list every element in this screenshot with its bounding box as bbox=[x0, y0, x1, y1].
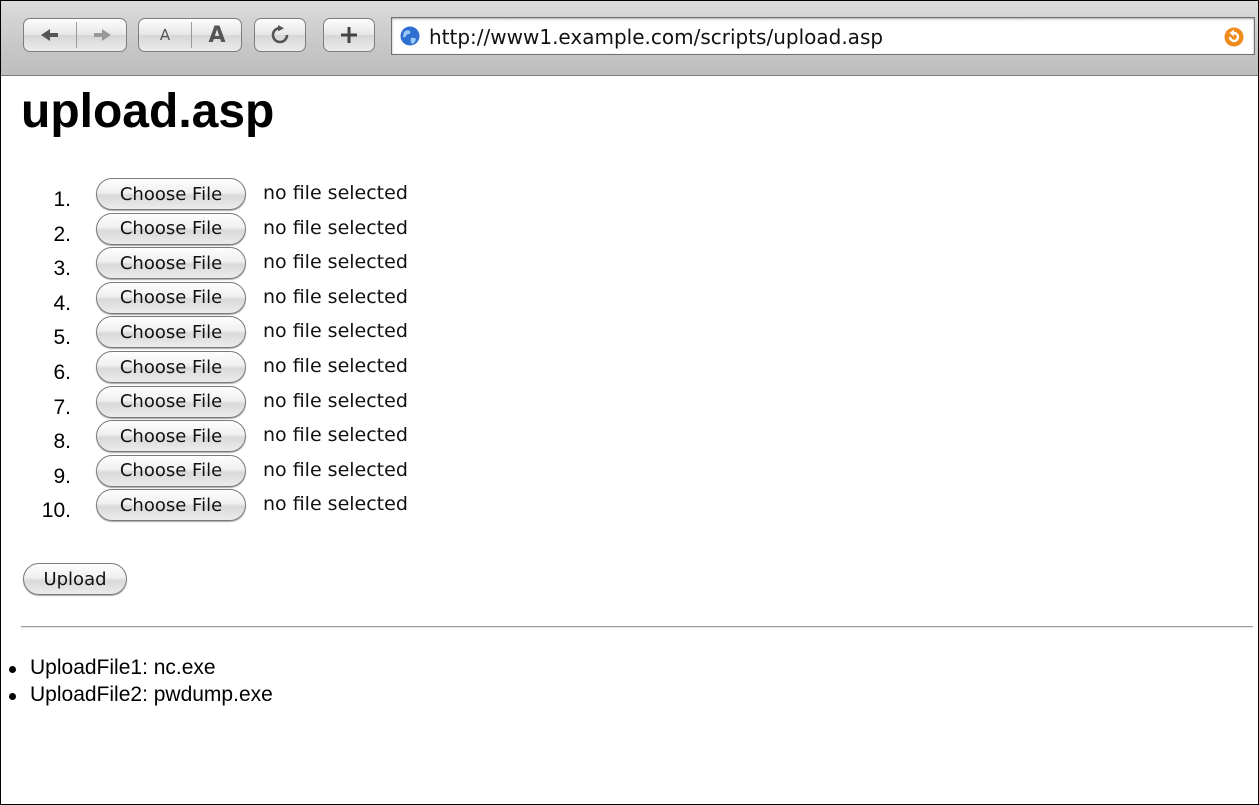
file-input-row: 2. Choose File no file selected bbox=[1, 212, 601, 247]
upload-button[interactable]: Upload bbox=[23, 563, 127, 595]
address-bar[interactable]: http://www1.example.com/scripts/upload.a… bbox=[391, 17, 1255, 55]
row-number: 3. bbox=[53, 257, 71, 281]
forward-button[interactable] bbox=[77, 19, 127, 51]
file-input-row: 3. Choose File no file selected bbox=[1, 247, 601, 281]
text-size-segment: A A bbox=[138, 18, 242, 52]
file-status: no file selected bbox=[263, 458, 408, 481]
row-number: 5. bbox=[53, 326, 71, 350]
choose-file-button[interactable]: Choose File bbox=[96, 316, 246, 349]
choose-file-button[interactable]: Choose File bbox=[96, 420, 246, 453]
file-input-row: 5. Choose File no file selected bbox=[1, 316, 601, 350]
back-arrow-icon bbox=[41, 29, 58, 41]
file-input-row: 4. Choose File no file selected bbox=[1, 281, 601, 316]
choose-file-button[interactable]: Choose File bbox=[96, 178, 246, 210]
row-number: 4. bbox=[53, 291, 71, 315]
choose-file-button[interactable]: Choose File bbox=[96, 281, 246, 314]
file-status: no file selected bbox=[263, 355, 408, 377]
bullet-icon bbox=[9, 693, 16, 700]
browser-window: A A http://www1.example.com/scripts/uplo… bbox=[0, 0, 1259, 805]
file-input-row: 6. Choose File no file selected bbox=[1, 351, 601, 385]
back-button[interactable] bbox=[24, 19, 76, 51]
reload-icon bbox=[271, 25, 289, 44]
row-number: 10. bbox=[41, 499, 71, 523]
url-text: http://www1.example.com/scripts/upload.a… bbox=[429, 25, 884, 49]
result-item: UploadFile1: nc.exe bbox=[7, 656, 273, 683]
file-status: no file selected bbox=[263, 251, 408, 274]
file-status: no file selected bbox=[263, 389, 408, 412]
result-text: UploadFile2: pwdump.exe bbox=[30, 683, 273, 706]
file-status: no file selected bbox=[263, 320, 408, 343]
bullet-icon bbox=[9, 666, 16, 673]
reload-button[interactable] bbox=[254, 18, 306, 52]
choose-file-button[interactable]: Choose File bbox=[96, 351, 246, 383]
navigation-segment bbox=[23, 18, 127, 52]
choose-file-button[interactable]: Choose File bbox=[96, 454, 246, 487]
result-item: UploadFile2: pwdump.exe bbox=[7, 683, 273, 710]
file-status: no file selected bbox=[263, 182, 408, 204]
row-number: 1. bbox=[53, 188, 71, 211]
choose-file-button[interactable]: Choose File bbox=[96, 212, 246, 245]
choose-file-button[interactable]: Choose File bbox=[96, 385, 246, 418]
choose-file-button[interactable]: Choose File bbox=[96, 489, 246, 522]
row-number: 2. bbox=[53, 222, 71, 246]
file-input-row: 1. Choose File no file selected bbox=[1, 178, 601, 212]
file-input-row: 10. Choose File no file selected bbox=[1, 489, 601, 523]
choose-file-button[interactable]: Choose File bbox=[96, 247, 246, 280]
row-number: 6. bbox=[53, 361, 71, 384]
file-status: no file selected bbox=[263, 493, 408, 516]
page-title: upload.asp bbox=[21, 85, 275, 138]
add-bookmark-button[interactable] bbox=[323, 18, 375, 52]
file-input-row: 9. Choose File no file selected bbox=[1, 454, 601, 489]
file-status: no file selected bbox=[263, 424, 408, 447]
browser-toolbar: A A http://www1.example.com/scripts/uplo… bbox=[1, 1, 1258, 76]
upload-results-list: UploadFile1: nc.exe UploadFile2: pwdump.… bbox=[7, 656, 273, 710]
text-larger-button[interactable]: A bbox=[192, 19, 242, 51]
plus-icon bbox=[341, 27, 357, 43]
result-text: UploadFile1: nc.exe bbox=[30, 656, 216, 679]
file-status: no file selected bbox=[263, 216, 408, 239]
forward-arrow-icon bbox=[94, 29, 111, 41]
file-input-row: 7. Choose File no file selected bbox=[1, 385, 601, 420]
row-number: 9. bbox=[53, 464, 71, 488]
file-status: no file selected bbox=[263, 285, 408, 308]
text-smaller-button[interactable]: A bbox=[139, 19, 191, 51]
row-number: 8. bbox=[53, 430, 71, 454]
snapback-icon[interactable] bbox=[1224, 27, 1244, 47]
globe-icon bbox=[400, 26, 420, 46]
horizontal-rule bbox=[21, 626, 1253, 628]
file-input-row: 8. Choose File no file selected bbox=[1, 420, 601, 454]
row-number: 7. bbox=[53, 395, 71, 419]
